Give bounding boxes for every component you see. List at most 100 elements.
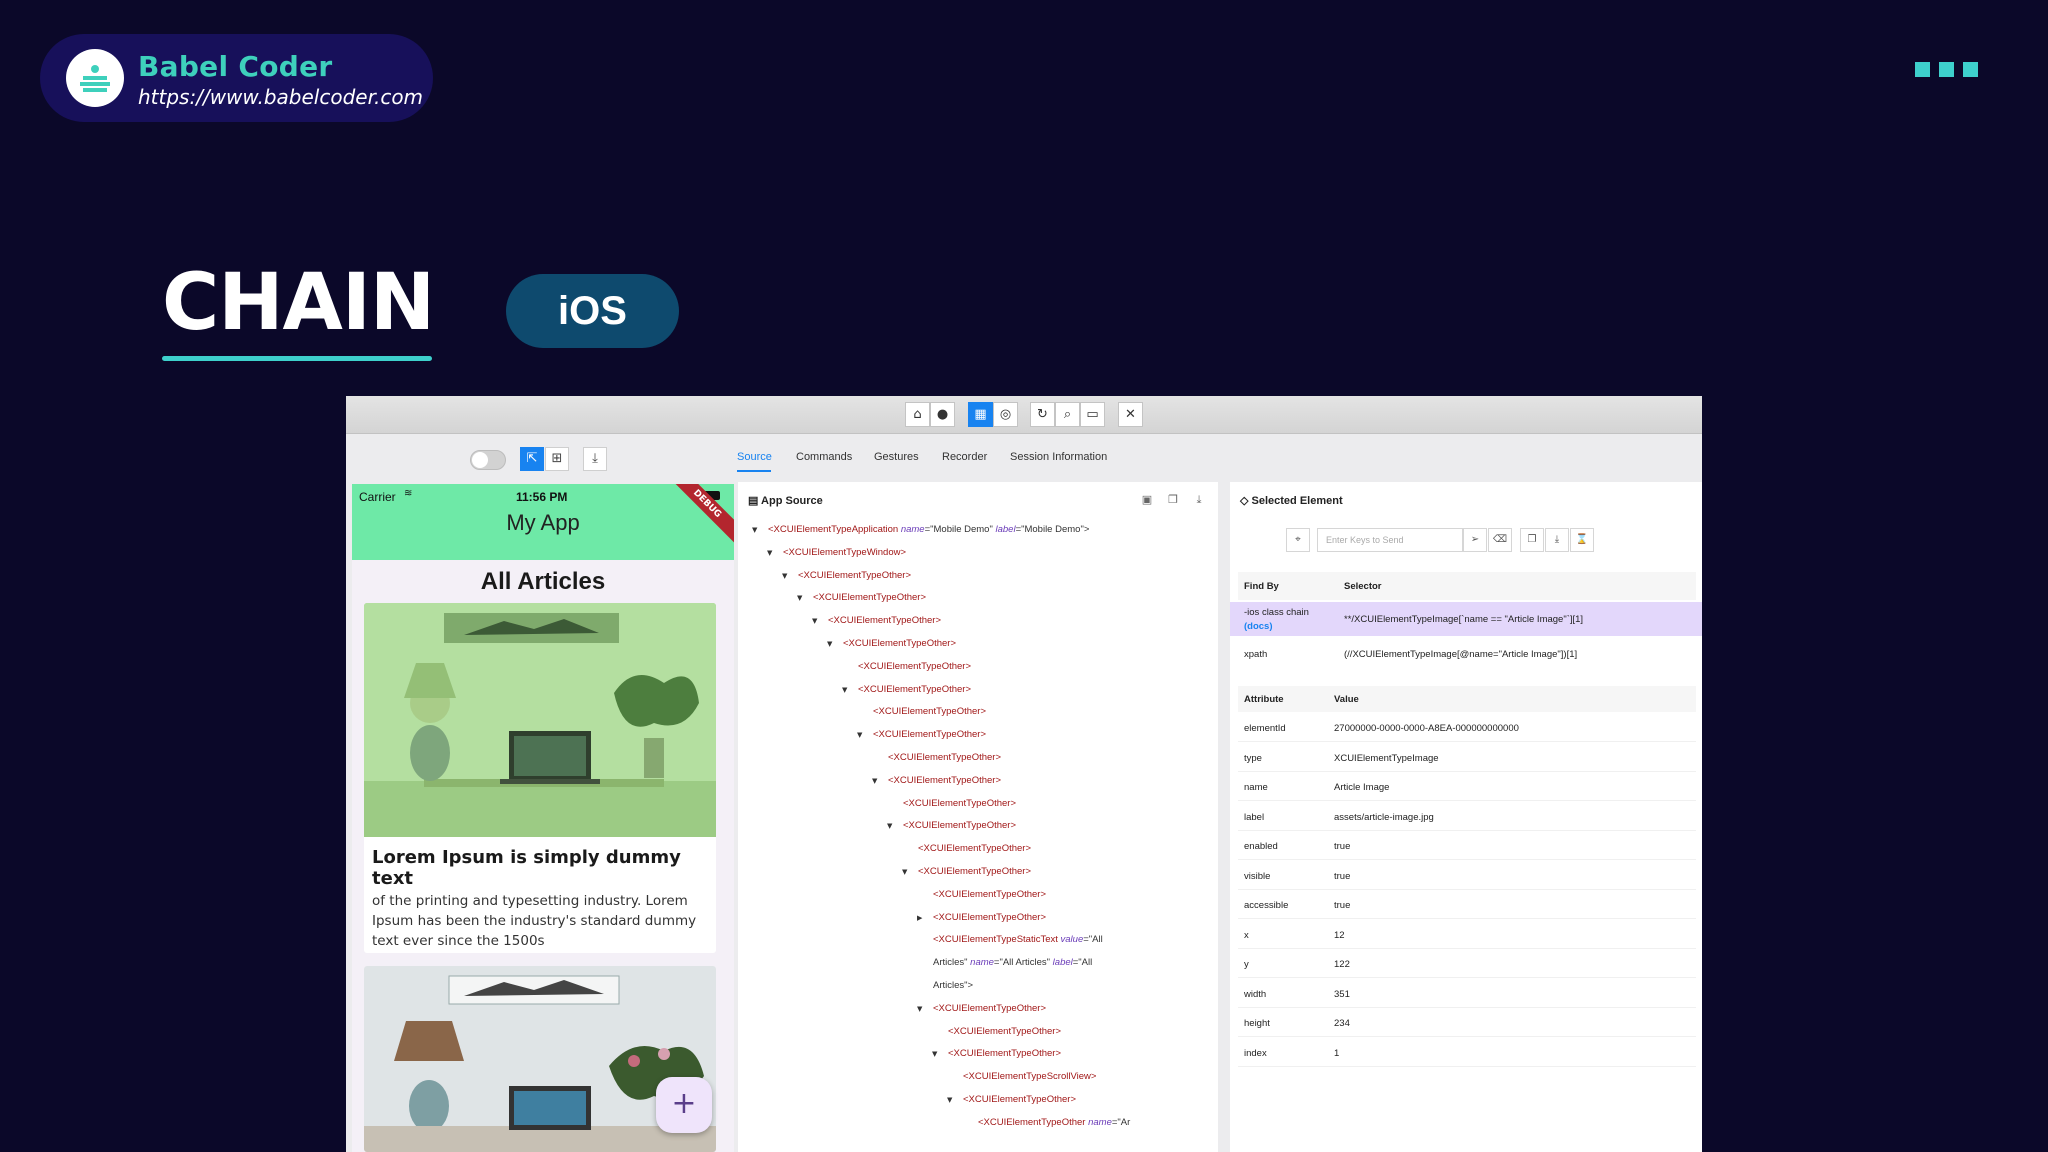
attribute-row[interactable]: index 1	[1238, 1039, 1696, 1067]
brand-url[interactable]: https://www.babelcoder.com	[138, 85, 423, 109]
attribute-row[interactable]: y 122	[1238, 950, 1696, 978]
source-node[interactable]: <XCUIElementTypeOther>	[933, 1003, 1046, 1014]
home-icon[interactable]: ⌂	[905, 402, 930, 427]
attribute-row[interactable]: height 234	[1238, 1009, 1696, 1037]
attribute-row[interactable]: x 12	[1238, 921, 1696, 949]
expand-caret-icon[interactable]: ▼	[827, 640, 832, 648]
source-node[interactable]: <XCUIElementTypeOther>	[858, 661, 971, 672]
source-node[interactable]: <XCUIElementTypeScrollView>	[963, 1071, 1096, 1082]
expand-caret-icon[interactable]: ▼	[782, 572, 787, 580]
attribute-row[interactable]: label assets/article-image.jpg	[1238, 803, 1696, 831]
grid-icon[interactable]: ▦	[968, 402, 993, 427]
send-keys-icon[interactable]: ➢	[1463, 528, 1487, 552]
copy-attributes-icon[interactable]: ❐	[1520, 528, 1544, 552]
tab-source[interactable]: Source	[737, 451, 772, 463]
attribute-value[interactable]: 27000000-0000-0000-A8EA-000000000000	[1334, 723, 1519, 734]
download-xml-icon[interactable]: ⤓	[1192, 493, 1206, 507]
attribute-row[interactable]: accessible true	[1238, 891, 1696, 919]
mic-icon[interactable]: ●	[930, 402, 955, 427]
brand-badge[interactable]: Babel Coder https://www.babelcoder.com	[40, 34, 433, 122]
source-node[interactable]: <XCUIElementTypeApplication name="Mobile…	[768, 524, 1089, 535]
source-node[interactable]: Articles">	[933, 980, 973, 991]
attribute-row[interactable]: enabled true	[1238, 832, 1696, 860]
tap-coordinates-icon[interactable]: ⊞	[545, 447, 569, 471]
attribute-value[interactable]: 1	[1334, 1048, 1339, 1059]
source-node[interactable]: <XCUIElementTypeOther>	[858, 684, 971, 695]
expand-caret-icon[interactable]: ▼	[857, 731, 862, 739]
collapse-caret-icon[interactable]: ▶	[917, 914, 922, 922]
source-node[interactable]: <XCUIElementTypeOther>	[963, 1094, 1076, 1105]
source-node[interactable]: <XCUIElementTypeOther>	[873, 729, 986, 740]
tap-element-icon[interactable]: ⌖	[1286, 528, 1310, 552]
device-screenshot[interactable]: Carrier ≋ 11:56 PM My App DEBUG All Arti…	[352, 484, 734, 1152]
expand-caret-icon[interactable]: ▼	[872, 777, 877, 785]
send-keys-input[interactable]: Enter Keys to Send	[1317, 528, 1463, 552]
attribute-row[interactable]: visible true	[1238, 862, 1696, 890]
attribute-value[interactable]: true	[1334, 871, 1350, 882]
source-node[interactable]: <XCUIElementTypeOther>	[888, 775, 1001, 786]
attribute-value[interactable]: assets/article-image.jpg	[1334, 812, 1434, 823]
tab-commands[interactable]: Commands	[796, 451, 852, 463]
copy-xml-icon[interactable]: ❐	[1166, 493, 1180, 507]
attribute-value[interactable]: 12	[1334, 930, 1345, 941]
source-node[interactable]: <XCUIElementTypeOther>	[903, 798, 1016, 809]
attribute-value[interactable]: 351	[1334, 989, 1350, 1000]
source-node[interactable]: <XCUIElementTypeOther>	[903, 820, 1016, 831]
source-node[interactable]: <XCUIElementTypeOther>	[798, 570, 911, 581]
record-icon[interactable]: ▭	[1080, 402, 1105, 427]
source-node[interactable]: <XCUIElementTypeOther>	[843, 638, 956, 649]
add-article-button[interactable]: +	[656, 1077, 712, 1133]
globe-icon[interactable]: ◎	[993, 402, 1018, 427]
attribute-row[interactable]: name Article Image	[1238, 773, 1696, 801]
attribute-value[interactable]: true	[1334, 841, 1350, 852]
attribute-value[interactable]: 122	[1334, 959, 1350, 970]
source-node[interactable]: <XCUIElementTypeOther>	[888, 752, 1001, 763]
attribute-value[interactable]: true	[1334, 900, 1350, 911]
source-node[interactable]: <XCUIElementTypeOther>	[813, 592, 926, 603]
expand-caret-icon[interactable]: ▼	[917, 1005, 922, 1013]
attribute-row[interactable]: elementId 27000000-0000-0000-A8EA-0000000…	[1238, 714, 1696, 742]
source-node[interactable]: <XCUIElementTypeOther>	[933, 912, 1046, 923]
download-icon[interactable]: ⤓	[1545, 528, 1569, 552]
attribute-value[interactable]: XCUIElementTypeImage	[1334, 753, 1439, 764]
attribute-value[interactable]: Article Image	[1334, 782, 1389, 793]
tab-gestures[interactable]: Gestures	[874, 451, 919, 463]
expand-caret-icon[interactable]: ▼	[812, 617, 817, 625]
expand-caret-icon[interactable]: ▼	[902, 868, 907, 876]
selector-row-class-chain[interactable]: -ios class chain (docs) **/XCUIElementTy…	[1230, 602, 1702, 636]
timing-icon[interactable]: ⌛	[1570, 528, 1594, 552]
source-node[interactable]: Articles" name="All Articles" label="All	[933, 957, 1092, 968]
expand-caret-icon[interactable]: ▼	[767, 549, 772, 557]
source-node[interactable]: <XCUIElementTypeOther>	[918, 843, 1031, 854]
search-icon[interactable]: ⌕	[1055, 402, 1080, 427]
article-card[interactable]: Lorem Ipsum is simply dummy text of the …	[364, 603, 716, 953]
attribute-value[interactable]: 234	[1334, 1018, 1350, 1029]
source-node[interactable]: <XCUIElementTypeOther>	[948, 1026, 1061, 1037]
toggle-attributes-icon[interactable]: ▣	[1140, 493, 1154, 507]
selector-value[interactable]: **/XCUIElementTypeImage[`name == "Articl…	[1344, 614, 1583, 625]
select-element-icon[interactable]: ⇱	[520, 447, 544, 471]
source-node[interactable]: <XCUIElementTypeOther>	[918, 866, 1031, 877]
source-node[interactable]: <XCUIElementTypeOther>	[933, 889, 1046, 900]
expand-caret-icon[interactable]: ▼	[797, 594, 802, 602]
source-node[interactable]: <XCUIElementTypeStaticText value="All	[933, 934, 1103, 945]
mode-toggle[interactable]	[470, 450, 506, 470]
selector-value[interactable]: (//XCUIElementTypeImage[@name="Article I…	[1344, 649, 1577, 660]
source-node[interactable]: <XCUIElementTypeOther>	[948, 1048, 1061, 1059]
source-node[interactable]: <XCUIElementTypeOther name="Ar	[978, 1117, 1130, 1128]
source-node[interactable]: <XCUIElementTypeOther>	[828, 615, 941, 626]
expand-caret-icon[interactable]: ▼	[887, 822, 892, 830]
expand-caret-icon[interactable]: ▼	[932, 1050, 937, 1058]
attribute-row[interactable]: width 351	[1238, 980, 1696, 1008]
expand-caret-icon[interactable]: ▼	[752, 526, 757, 534]
source-node[interactable]: <XCUIElementTypeWindow>	[783, 547, 906, 558]
close-icon[interactable]: ✕	[1118, 402, 1143, 427]
download-screenshot-icon[interactable]: ⤓	[583, 447, 607, 471]
article-image[interactable]	[364, 603, 716, 837]
tab-session-information[interactable]: Session Information	[1010, 451, 1107, 463]
tab-recorder[interactable]: Recorder	[942, 451, 987, 463]
expand-caret-icon[interactable]: ▼	[947, 1096, 952, 1104]
expand-caret-icon[interactable]: ▼	[842, 686, 847, 694]
clear-icon[interactable]: ⌫	[1488, 528, 1512, 552]
source-node[interactable]: <XCUIElementTypeOther>	[873, 706, 986, 717]
